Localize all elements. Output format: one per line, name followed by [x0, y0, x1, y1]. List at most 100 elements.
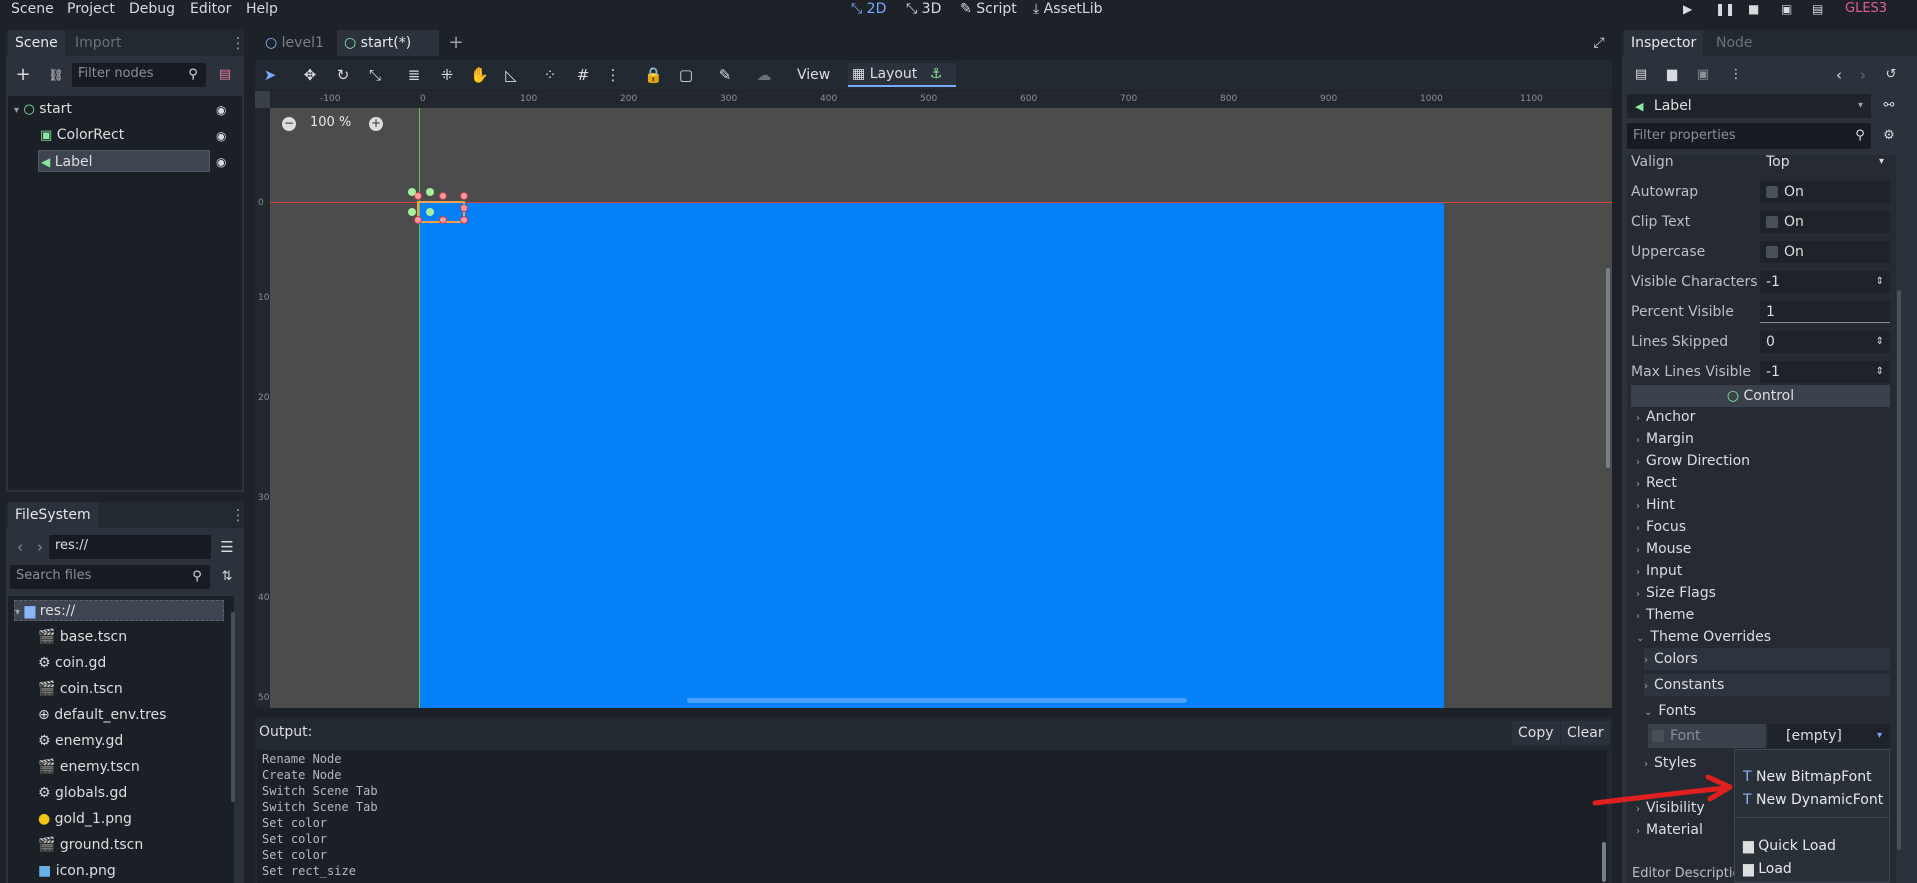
scale-tool-icon[interactable]: ⤡: [366, 66, 384, 84]
node-type-select[interactable]: ◀ Label ▾: [1627, 94, 1871, 118]
resize-handle[interactable]: [439, 192, 447, 200]
smart-snap-icon[interactable]: ⁘: [541, 66, 559, 84]
canvas-viewport[interactable]: − 100 % +: [270, 108, 1612, 708]
anchor-handle[interactable]: [408, 208, 416, 216]
inspector-scrollbar[interactable]: [1897, 290, 1901, 850]
eye-icon[interactable]: ◉: [216, 129, 226, 143]
anchor-icon[interactable]: ⚓: [930, 66, 943, 82]
pause-icon[interactable]: ❚❚: [1715, 2, 1735, 16]
autowrap-checkbox[interactable]: On: [1760, 181, 1890, 203]
group-icon[interactable]: ▢: [677, 66, 695, 84]
grid-snap-icon[interactable]: #: [574, 66, 592, 84]
sort-icon[interactable]: ⇅: [218, 568, 236, 586]
play-custom-scene-icon[interactable]: ▤: [1812, 2, 1823, 16]
section-mouse[interactable]: › Mouse: [1636, 538, 1691, 560]
menu-item-new-dynamicfont[interactable]: T New DynamicFont: [1743, 789, 1883, 811]
mode-3d-button[interactable]: ⤡ 3D: [906, 0, 941, 18]
resize-handle[interactable]: [414, 216, 422, 224]
mode-script-button[interactable]: ✎ Script: [960, 0, 1017, 18]
select-tool-icon[interactable]: ➤: [261, 66, 279, 84]
clear-button[interactable]: Clear: [1561, 721, 1610, 745]
visible-characters-spinbox[interactable]: -1 ⇕: [1760, 271, 1890, 293]
stop-icon[interactable]: ■: [1748, 2, 1759, 16]
ruler-tool-icon[interactable]: ◺: [502, 66, 520, 84]
chevron-right-icon[interactable]: ›: [31, 538, 49, 556]
file-item[interactable]: 🎬 coin.tscn: [38, 679, 123, 700]
max-lines-visible-spinbox[interactable]: -1 ⇕: [1760, 361, 1890, 383]
dock-menu-icon[interactable]: ⋮: [229, 506, 247, 524]
section-rect[interactable]: › Rect: [1636, 472, 1677, 494]
font-override-row[interactable]: Font: [1648, 724, 1766, 748]
section-theme-overrides[interactable]: ⌄ Theme Overrides: [1636, 626, 1771, 648]
percent-visible-slider[interactable]: 1: [1760, 301, 1890, 323]
chevron-left-icon[interactable]: ‹: [11, 538, 29, 556]
bone-icon[interactable]: ✎: [716, 66, 734, 84]
horizontal-scrollbar[interactable]: [687, 698, 1187, 703]
anchor-handle[interactable]: [426, 188, 434, 196]
subsection-constants[interactable]: › Constants: [1644, 674, 1890, 696]
link-icon[interactable]: ⛓: [47, 66, 65, 84]
chevron-right-icon[interactable]: ›: [1854, 66, 1872, 84]
tab-inspector[interactable]: Inspector: [1624, 30, 1704, 56]
split-view-icon[interactable]: ☰: [218, 538, 236, 556]
list-tool-icon[interactable]: ≣: [405, 66, 423, 84]
zoom-in-icon[interactable]: +: [369, 117, 383, 131]
tab-scene[interactable]: Scene: [8, 30, 65, 56]
uppercase-checkbox[interactable]: On: [1760, 241, 1890, 263]
menu-item-quick-load[interactable]: ▆ Quick Load: [1743, 835, 1836, 857]
tab-node[interactable]: Node: [1709, 30, 1760, 56]
lines-skipped-spinbox[interactable]: 0 ⇕: [1760, 331, 1890, 353]
file-item[interactable]: ● gold_1.png: [38, 809, 132, 830]
eye-icon[interactable]: ◉: [216, 155, 226, 169]
path-input[interactable]: res://: [49, 535, 211, 559]
font-resource-picker[interactable]: [empty] ▾: [1768, 724, 1890, 748]
file-item[interactable]: 🎬 base.tscn: [38, 627, 127, 648]
save-icon[interactable]: ▣: [1694, 66, 1712, 84]
tree-node-start[interactable]: ▾ ○ start: [14, 98, 72, 120]
tree-node-colorrect[interactable]: ▣ ColorRect: [40, 124, 124, 146]
dock-menu-icon[interactable]: ⋮: [229, 34, 247, 52]
pivot-tool-icon[interactable]: ⁜: [438, 66, 456, 84]
file-item[interactable]: ⚙ enemy.gd: [38, 731, 123, 752]
lock-icon[interactable]: 🔒: [644, 66, 663, 84]
add-tab-icon[interactable]: +: [447, 34, 465, 52]
add-node-icon[interactable]: +: [14, 66, 32, 84]
subsection-colors[interactable]: › Colors: [1644, 648, 1890, 670]
fullscreen-icon[interactable]: ⤢: [1590, 34, 1608, 52]
filter-properties-input[interactable]: Filter properties: [1627, 123, 1871, 149]
section-margin[interactable]: › Margin: [1636, 428, 1694, 450]
section-input[interactable]: › Input: [1636, 560, 1682, 582]
section-focus[interactable]: › Focus: [1636, 516, 1686, 538]
file-item[interactable]: ⊕ default_env.tres: [38, 705, 166, 726]
resize-handle[interactable]: [439, 216, 447, 224]
resize-handle[interactable]: [460, 216, 468, 224]
vertical-scrollbar[interactable]: [1606, 268, 1610, 468]
copy-button[interactable]: Copy: [1512, 721, 1560, 745]
zoom-level[interactable]: 100 %: [310, 115, 351, 130]
mode-assetlib-button[interactable]: ⤓ AssetLib: [1033, 0, 1103, 18]
menu-project[interactable]: Project: [67, 0, 115, 18]
snap-options-icon[interactable]: ⋮: [604, 66, 622, 84]
section-size-flags[interactable]: › Size Flags: [1636, 582, 1716, 604]
menu-help[interactable]: Help: [246, 0, 278, 18]
cloud-icon[interactable]: ☁: [755, 66, 773, 84]
rotate-tool-icon[interactable]: ↻: [334, 66, 352, 84]
play-scene-icon[interactable]: ▣: [1781, 2, 1792, 16]
open-folder-icon[interactable]: ▆: [1663, 66, 1681, 84]
resize-handle[interactable]: [460, 204, 468, 212]
eye-icon[interactable]: ◉: [216, 103, 226, 117]
file-item[interactable]: ⚙ coin.gd: [38, 653, 106, 674]
layout-menu-button[interactable]: ▦ Layout ⚓: [848, 63, 956, 87]
tree-node-label[interactable]: ◀ Label: [38, 150, 210, 172]
inspector-menu-icon[interactable]: ⋮: [1727, 66, 1745, 84]
menu-item-new-bitmapfont[interactable]: T New BitmapFont: [1743, 766, 1872, 788]
new-resource-icon[interactable]: ▤: [1632, 66, 1650, 84]
section-theme[interactable]: › Theme: [1636, 604, 1694, 626]
file-item[interactable]: ■ icon.png: [38, 861, 116, 882]
section-material[interactable]: › Material: [1636, 819, 1703, 841]
section-anchor[interactable]: › Anchor: [1636, 406, 1695, 428]
file-item[interactable]: 🎬 enemy.tscn: [38, 757, 140, 778]
script-attach-icon[interactable]: ▤: [216, 66, 234, 84]
file-item[interactable]: ⚙ globals.gd: [38, 783, 127, 804]
search-files-input[interactable]: Search files: [10, 565, 210, 589]
